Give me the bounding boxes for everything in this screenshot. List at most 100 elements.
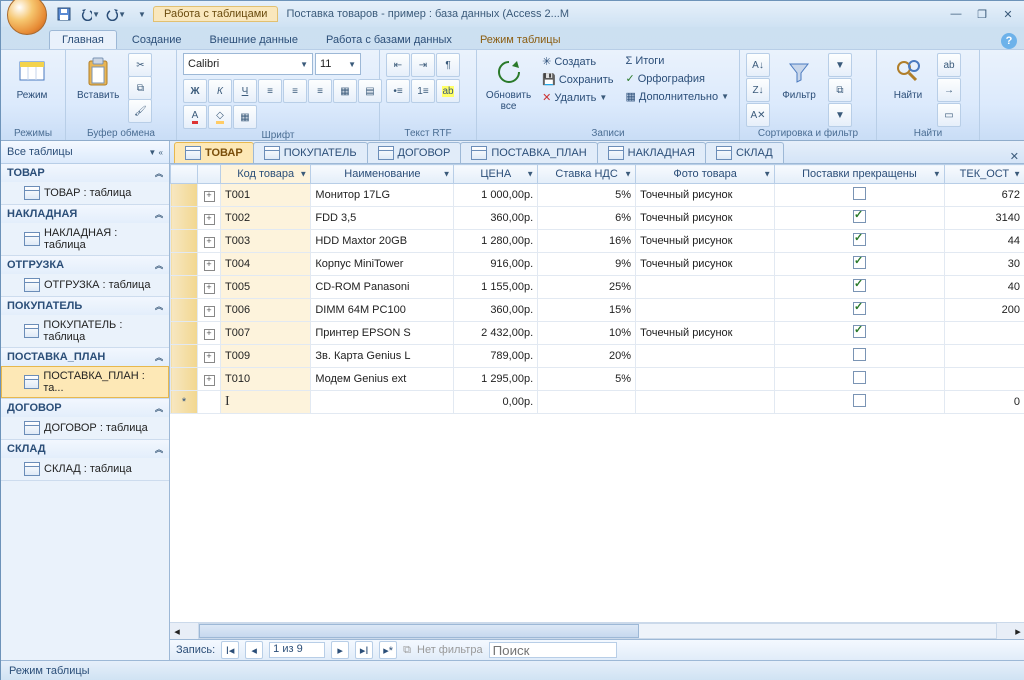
align-center-icon[interactable]: ≡ (283, 79, 307, 103)
align-left-icon[interactable]: ≡ (258, 79, 282, 103)
checkbox[interactable] (853, 325, 866, 338)
checkbox[interactable] (853, 302, 866, 315)
checkbox[interactable] (853, 187, 866, 200)
font-size-select[interactable]: 11▼ (315, 53, 361, 75)
table-row[interactable]: +T009Зв. Карта Genius L789,00р.20% (171, 345, 1024, 368)
column-header[interactable]: Поставки прекращены▼ (775, 165, 945, 184)
checkbox[interactable] (853, 256, 866, 269)
data-grid[interactable]: Код товара▼Наименование▼ЦЕНА▼Ставка НДС▼… (170, 164, 1024, 414)
cut-icon[interactable]: ✂ (128, 53, 152, 77)
more-button[interactable]: ▦Дополнительно▼ (622, 88, 734, 105)
row-selector[interactable] (171, 230, 198, 253)
nav-group-НАКЛАДНАЯ[interactable]: НАКЛАДНАЯ︽ (1, 205, 169, 223)
help-icon[interactable]: ? (1001, 33, 1017, 49)
row-selector[interactable] (171, 299, 198, 322)
expand-button[interactable]: + (198, 207, 221, 230)
column-header[interactable]: Ставка НДС▼ (538, 165, 636, 184)
increase-indent-icon[interactable]: ⇥ (411, 53, 435, 77)
new-record-button[interactable]: ✳Создать (538, 53, 617, 70)
nav-item[interactable]: ДОГОВОР : таблица (1, 417, 169, 439)
prev-record-button[interactable]: ◂ (245, 641, 263, 659)
refresh-all-button[interactable]: Обновить все (483, 53, 534, 115)
decrease-indent-icon[interactable]: ⇤ (386, 53, 410, 77)
row-selector[interactable] (171, 368, 198, 391)
table-row[interactable]: +T001Монитор 17LG1 000,00р.5%Точечный ри… (171, 184, 1024, 207)
row-selector[interactable] (171, 207, 198, 230)
column-header[interactable]: Код товара▼ (221, 165, 311, 184)
column-header[interactable]: Фото товара▼ (636, 165, 775, 184)
minimize-button[interactable]: — (945, 5, 967, 23)
tab-datasheet[interactable]: Режим таблицы (467, 30, 574, 49)
table-row[interactable]: +T005CD-ROM Panasoni1 155,00р.25%40 (171, 276, 1024, 299)
checkbox[interactable] (853, 371, 866, 384)
checkbox[interactable] (853, 233, 866, 246)
sort-asc-icon[interactable]: A↓ (746, 53, 770, 77)
row-selector[interactable] (171, 276, 198, 299)
tab-home[interactable]: Главная (49, 30, 117, 49)
nav-group-СКЛАД[interactable]: СКЛАД︽ (1, 440, 169, 458)
qat-redo-icon[interactable]: ▼ (105, 3, 127, 25)
selection-filter-icon[interactable]: ▼ (828, 53, 852, 77)
dropdown-icon[interactable]: ▼ (1013, 170, 1021, 179)
replace-icon[interactable]: ab (937, 53, 961, 77)
nav-item[interactable]: ОТГРУЗКА : таблица (1, 274, 169, 296)
expand-button[interactable]: + (198, 253, 221, 276)
gridlines-icon[interactable]: ▦ (333, 79, 357, 103)
table-row[interactable]: +T007Принтер EPSON S2 432,00р.10%Точечны… (171, 322, 1024, 345)
qat-undo-icon[interactable]: ▼ (79, 3, 101, 25)
tab-external-data[interactable]: Внешние данные (197, 30, 311, 49)
dropdown-icon[interactable]: ▼ (299, 170, 307, 179)
nav-group-ДОГОВОР[interactable]: ДОГОВОР︽ (1, 399, 169, 417)
font-color-icon[interactable]: A (183, 105, 207, 129)
clear-sort-icon[interactable]: A✕ (746, 103, 770, 127)
dropdown-icon[interactable]: ▼ (526, 170, 534, 179)
doctab-НАКЛАДНАЯ[interactable]: НАКЛАДНАЯ (597, 142, 706, 163)
next-record-button[interactable]: ▸ (331, 641, 349, 659)
column-header[interactable]: ЦЕНА▼ (454, 165, 538, 184)
paste-button[interactable]: Вставить (72, 53, 124, 104)
expand-button[interactable]: + (198, 184, 221, 207)
new-record-nav-button[interactable]: ▸* (379, 641, 397, 659)
new-row[interactable]: *I0,00р.0 (171, 391, 1024, 414)
expand-button[interactable]: + (198, 368, 221, 391)
row-selector[interactable] (171, 184, 198, 207)
doctab-СКЛАД[interactable]: СКЛАД (705, 142, 784, 163)
checkbox[interactable] (853, 279, 866, 292)
view-button[interactable]: Режим (7, 53, 57, 104)
horizontal-scrollbar[interactable]: ◂▸ (170, 622, 1024, 639)
checkbox[interactable] (853, 210, 866, 223)
ltr-icon[interactable]: ¶ (436, 53, 460, 77)
expand-button[interactable]: + (198, 276, 221, 299)
nav-item[interactable]: СКЛАД : таблица (1, 458, 169, 480)
expand-button[interactable]: + (198, 230, 221, 253)
advanced-filter-icon[interactable]: ⧉ (828, 78, 852, 102)
nav-group-ОТГРУЗКА[interactable]: ОТГРУЗКА︽ (1, 256, 169, 274)
expand-button[interactable]: + (198, 345, 221, 368)
toggle-filter-icon[interactable]: ▼ (828, 103, 852, 127)
nav-item[interactable]: ПОСТАВКА_ПЛАН : та... (1, 366, 169, 398)
table-row[interactable]: +T006DIMM 64M PC100360,00р.15%200 (171, 299, 1024, 322)
nav-item[interactable]: ПОКУПАТЕЛЬ : таблица (1, 315, 169, 347)
sort-desc-icon[interactable]: Z↓ (746, 78, 770, 102)
copy-icon[interactable]: ⧉ (128, 76, 152, 100)
dropdown-icon[interactable]: ▼ (933, 170, 941, 179)
filter-button[interactable]: Фильтр (774, 53, 824, 104)
table-row[interactable]: +T010Модем Genius ext1 295,00р.5% (171, 368, 1024, 391)
select-all-cell[interactable] (171, 165, 198, 184)
nav-group-ТОВАР[interactable]: ТОВАР︽ (1, 164, 169, 182)
format-painter-icon[interactable]: 🖌 (128, 99, 152, 123)
qat-save-icon[interactable] (53, 3, 75, 25)
spelling-button[interactable]: ✓Орфография (622, 70, 734, 87)
doctab-ПОКУПАТЕЛЬ[interactable]: ПОКУПАТЕЛЬ (253, 142, 368, 163)
record-position[interactable]: 1 из 9 (269, 642, 325, 658)
nav-group-ПОКУПАТЕЛЬ[interactable]: ПОКУПАТЕЛЬ︽ (1, 297, 169, 315)
select-icon[interactable]: ▭ (937, 103, 961, 127)
totals-button[interactable]: ΣИтоги (622, 53, 734, 69)
grid-color-icon[interactable]: ▦ (233, 105, 257, 129)
nav-header[interactable]: Все таблицы▼ « (1, 141, 169, 164)
restore-button[interactable]: ❐ (971, 5, 993, 23)
close-button[interactable]: ✕ (997, 5, 1019, 23)
goto-icon[interactable]: → (937, 78, 961, 102)
checkbox[interactable] (853, 348, 866, 361)
last-record-button[interactable]: ▸I (355, 641, 373, 659)
